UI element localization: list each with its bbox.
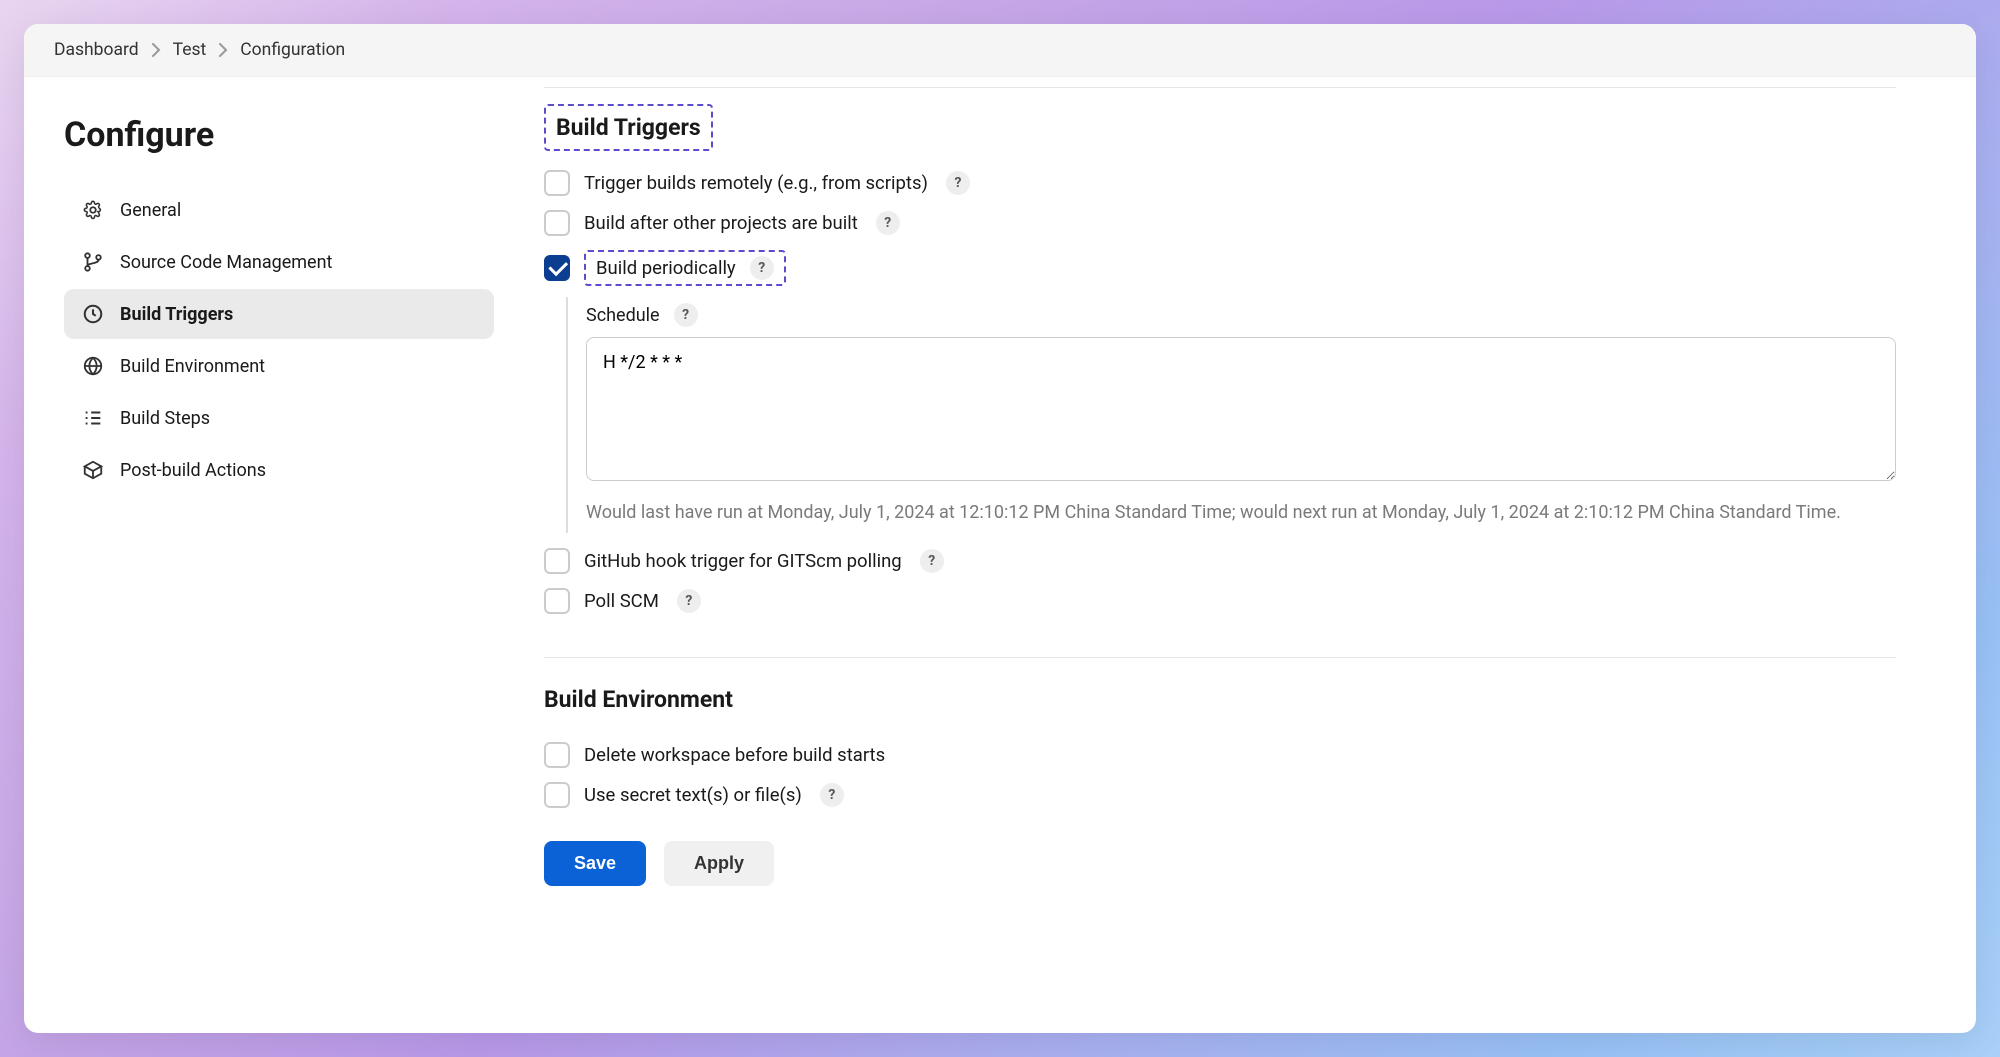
option-label-highlighted: Build periodically ? bbox=[584, 250, 786, 286]
checkbox-use-secret[interactable] bbox=[544, 782, 570, 808]
checkbox-trigger-remote[interactable] bbox=[544, 170, 570, 196]
branch-icon bbox=[82, 251, 104, 273]
option-poll-scm: Poll SCM ? bbox=[544, 581, 1896, 621]
breadcrumb-configuration[interactable]: Configuration bbox=[240, 40, 345, 60]
option-trigger-remote: Trigger builds remotely (e.g., from scri… bbox=[544, 163, 1896, 203]
page-title: Configure bbox=[64, 115, 494, 155]
option-label: Delete workspace before build starts bbox=[584, 744, 885, 766]
checkbox-build-periodically[interactable] bbox=[544, 255, 570, 281]
help-icon[interactable]: ? bbox=[946, 171, 970, 195]
option-label: Build periodically bbox=[596, 257, 736, 279]
option-label: Trigger builds remotely (e.g., from scri… bbox=[584, 172, 928, 194]
sidebar-item-general[interactable]: General bbox=[64, 185, 494, 235]
sidebar-item-build-steps[interactable]: Build Steps bbox=[64, 393, 494, 443]
schedule-label: Schedule bbox=[586, 305, 660, 326]
breadcrumb-dashboard[interactable]: Dashboard bbox=[54, 40, 139, 60]
divider bbox=[544, 87, 1896, 88]
help-icon[interactable]: ? bbox=[876, 211, 900, 235]
sidebar-item-post-build[interactable]: Post-build Actions bbox=[64, 445, 494, 495]
option-label: Use secret text(s) or file(s) bbox=[584, 784, 802, 806]
divider bbox=[544, 657, 1896, 658]
sidebar-item-scm[interactable]: Source Code Management bbox=[64, 237, 494, 287]
help-icon[interactable]: ? bbox=[820, 783, 844, 807]
schedule-input[interactable] bbox=[586, 337, 1896, 481]
sidebar-item-label: Build Steps bbox=[120, 408, 210, 429]
sidebar-item-label: General bbox=[120, 200, 181, 221]
footer-actions: Save Apply bbox=[544, 823, 1896, 894]
schedule-hint: Would last have run at Monday, July 1, 2… bbox=[586, 499, 1896, 527]
breadcrumb-test[interactable]: Test bbox=[173, 40, 207, 60]
help-icon[interactable]: ? bbox=[677, 589, 701, 613]
breadcrumb: Dashboard Test Configuration bbox=[24, 24, 1976, 77]
sidebar-item-label: Build Triggers bbox=[120, 304, 233, 325]
option-label: Build after other projects are built bbox=[584, 212, 858, 234]
section-title-build-triggers: Build Triggers bbox=[544, 104, 713, 151]
chevron-right-icon bbox=[151, 43, 161, 57]
sidebar-item-label: Post-build Actions bbox=[120, 460, 266, 481]
sidebar-item-build-triggers[interactable]: Build Triggers bbox=[64, 289, 494, 339]
option-build-after-other: Build after other projects are built ? bbox=[544, 203, 1896, 243]
option-delete-workspace: Delete workspace before build starts bbox=[544, 735, 1896, 775]
steps-icon bbox=[82, 407, 104, 429]
gear-icon bbox=[82, 199, 104, 221]
help-icon[interactable]: ? bbox=[920, 549, 944, 573]
checkbox-github-hook[interactable] bbox=[544, 548, 570, 574]
config-window: Dashboard Test Configuration Configure G… bbox=[24, 24, 1976, 1033]
save-button[interactable]: Save bbox=[544, 841, 646, 886]
option-github-hook: GitHub hook trigger for GITScm polling ? bbox=[544, 541, 1896, 581]
option-label: Poll SCM bbox=[584, 590, 659, 612]
help-icon[interactable]: ? bbox=[674, 303, 698, 327]
sidebar: Configure General Source Code Management bbox=[24, 77, 534, 1033]
schedule-subsection: Schedule ? Would last have run at Monday… bbox=[566, 297, 1896, 533]
option-build-periodically: Build periodically ? bbox=[544, 243, 1896, 293]
option-use-secret: Use secret text(s) or file(s) ? bbox=[544, 775, 1896, 815]
help-icon[interactable]: ? bbox=[750, 256, 774, 280]
box-arrow-icon bbox=[82, 459, 104, 481]
sidebar-item-build-environment[interactable]: Build Environment bbox=[64, 341, 494, 391]
clock-icon bbox=[82, 303, 104, 325]
option-label: GitHub hook trigger for GITScm polling bbox=[584, 550, 902, 572]
chevron-right-icon bbox=[218, 43, 228, 57]
checkbox-delete-workspace[interactable] bbox=[544, 742, 570, 768]
globe-icon bbox=[82, 355, 104, 377]
sidebar-item-label: Build Environment bbox=[120, 356, 265, 377]
section-title-build-environment: Build Environment bbox=[544, 686, 1896, 713]
main-content: Build Triggers Trigger builds remotely (… bbox=[534, 77, 1976, 1033]
sidebar-nav: General Source Code Management Build Tri… bbox=[64, 185, 494, 495]
checkbox-build-after-other[interactable] bbox=[544, 210, 570, 236]
apply-button[interactable]: Apply bbox=[664, 841, 774, 886]
sidebar-item-label: Source Code Management bbox=[120, 252, 332, 273]
checkbox-poll-scm[interactable] bbox=[544, 588, 570, 614]
